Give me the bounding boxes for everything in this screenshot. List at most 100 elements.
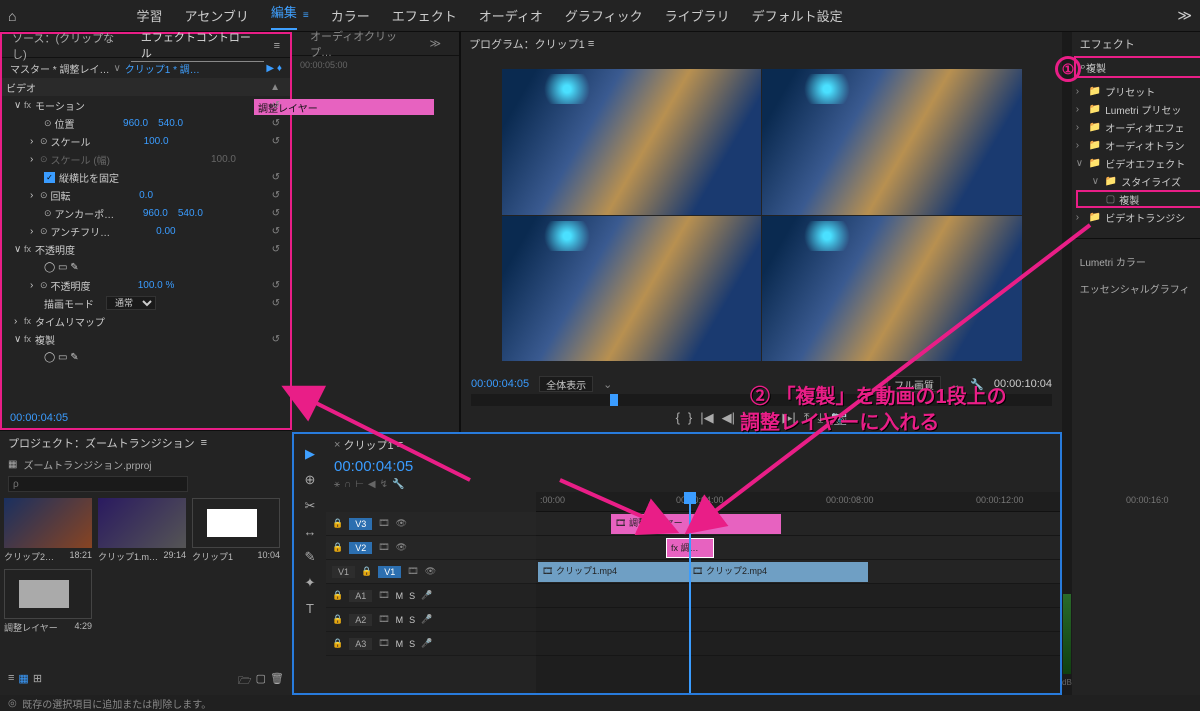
project-item[interactable]: クリップ1.m…29:14	[98, 498, 186, 563]
clip-adjustment-layer-v3[interactable]: 🎞 調整レイヤー	[611, 514, 781, 534]
more-workspaces-icon[interactable]: ≫	[1177, 7, 1192, 24]
effects-tree: ›📁プリセット ›📁Lumetri プリセッ ›📁オーディオエフェ ›📁オーディ…	[1072, 78, 1200, 230]
hand-tool-icon[interactable]: ✦	[305, 575, 316, 591]
effects-search-input[interactable]	[1086, 62, 1200, 73]
mark-in-icon[interactable]: {	[676, 410, 680, 426]
mark-out-icon[interactable]: }	[688, 410, 692, 426]
ripple-tool-icon[interactable]: ✂	[305, 498, 316, 514]
project-item[interactable]: クリップ2…18:21	[4, 498, 92, 563]
timeline-timecode[interactable]: 00:00:04:05	[334, 458, 413, 475]
edit-menu-icon[interactable]: ≡	[303, 10, 309, 21]
project-tab[interactable]: プロジェクト：ズームトランジション	[8, 435, 195, 451]
tab-graphics[interactable]: グラフィック	[565, 6, 643, 25]
tab-library[interactable]: ライブラリ	[665, 6, 730, 25]
position-label: 位置	[55, 116, 75, 131]
track-v2-header[interactable]: 🔒V2🎞👁	[326, 536, 536, 560]
tab-audio[interactable]: オーディオ	[479, 6, 543, 25]
trash-icon[interactable]: 🗑	[270, 672, 284, 691]
ec-timecode[interactable]: 00:00:04:05	[2, 408, 290, 428]
fx-lumetri-presets[interactable]: ›📁Lumetri プリセッ	[1076, 100, 1200, 118]
project-search[interactable]	[8, 476, 188, 492]
motion-section[interactable]: モーション	[35, 98, 85, 113]
project-item[interactable]: 調整レイヤー4:29	[4, 569, 92, 634]
step-back-icon[interactable]: ◀|	[722, 410, 735, 426]
lock-aspect-checkbox[interactable]: ✓	[44, 172, 55, 183]
program-menu-icon[interactable]: ≡	[588, 38, 594, 50]
list-view-icon[interactable]: ≡	[8, 672, 14, 691]
track-v3-header[interactable]: 🔒V3🎞👁	[326, 512, 536, 536]
fx-stylize[interactable]: ∨📁スタイライズ	[1076, 172, 1200, 190]
mask-ellipse2-icon[interactable]: ◯	[44, 352, 55, 363]
project-item[interactable]: クリップ110:04	[192, 498, 280, 563]
go-in-icon[interactable]: |◀	[700, 410, 713, 426]
fx-presets[interactable]: ›📁プリセット	[1076, 82, 1200, 100]
position-y[interactable]: 540.0	[158, 118, 183, 129]
track-select-tool-icon[interactable]: ⊕	[305, 472, 316, 488]
slip-tool-icon[interactable]: ↔	[304, 524, 317, 539]
fx-duplicate-effect[interactable]: ▢複製	[1076, 190, 1200, 208]
freeform-view-icon[interactable]: ⊞	[33, 672, 42, 691]
status-bar: ◎ 既存の選択項目に追加または削除します。	[0, 695, 1200, 711]
tl-menu-icon[interactable]: ≡	[397, 439, 403, 451]
fx-video-trans[interactable]: ›📁ビデオトランジシ	[1076, 208, 1200, 226]
track-a3-header[interactable]: 🔒A3🎞MS🎤	[326, 632, 536, 656]
duplicate-section[interactable]: 複製	[35, 332, 55, 347]
effects-tab[interactable]: エフェクト	[1080, 36, 1135, 52]
program-timecode[interactable]: 00:00:04:05	[471, 378, 529, 390]
blend-mode-label: 描画モード	[44, 296, 94, 311]
anchor-x[interactable]: 960.0	[143, 208, 168, 219]
sequence-tab[interactable]: クリップ1	[344, 437, 394, 453]
fx-audio-effects[interactable]: ›📁オーディオエフェ	[1076, 118, 1200, 136]
selection-tool-icon[interactable]: ▶	[305, 446, 315, 462]
tab-default[interactable]: デフォルト設定	[752, 6, 843, 25]
blend-mode-select[interactable]: 通常	[106, 296, 156, 310]
timeremap-section[interactable]: タイムリマップ	[35, 314, 105, 329]
type-tool-icon[interactable]: T	[306, 601, 314, 616]
mask-pen2-icon[interactable]: ✎	[70, 352, 78, 363]
tool-palette: ▶ ⊕ ✂ ↔ ✎ ✦ T	[294, 434, 326, 693]
rotation-val[interactable]: 0.0	[139, 190, 153, 201]
tab-source[interactable]: ソース：(クリップなし)	[2, 30, 131, 62]
tab-effects[interactable]: エフェクト	[392, 6, 457, 25]
fx-audio-trans[interactable]: ›📁オーディオトラン	[1076, 136, 1200, 154]
clip-video2[interactable]: 🎞 クリップ2.mp4	[688, 562, 868, 582]
playhead[interactable]	[689, 492, 691, 693]
track-v1-header[interactable]: V1🔒V1🎞👁	[326, 560, 536, 584]
scale-val[interactable]: 100.0	[144, 136, 169, 147]
icon-view-icon[interactable]: ▦	[18, 672, 28, 691]
tab-learn[interactable]: 学習	[136, 6, 162, 25]
anchor-y[interactable]: 540.0	[178, 208, 203, 219]
ec-menu-icon[interactable]: ≡	[264, 40, 290, 52]
clip-label[interactable]: クリップ1 * 調…	[125, 61, 200, 76]
new-item-icon[interactable]: ▢	[256, 672, 266, 691]
bin-icon[interactable]: ▦	[8, 459, 17, 470]
program-video-view[interactable]	[502, 69, 1022, 361]
lumetri-color-panel[interactable]: Lumetri カラー	[1072, 248, 1200, 275]
home-icon[interactable]: ⌂	[8, 8, 16, 24]
antiflicker-val[interactable]: 0.00	[156, 226, 175, 237]
project-menu-icon[interactable]: ≡	[201, 437, 207, 449]
program-tab[interactable]: プログラム：クリップ1	[469, 36, 585, 52]
position-x[interactable]: 960.0	[123, 118, 148, 129]
program-monitor: プログラム：クリップ1 ≡ 00:00:04:05 全体表示 ⌄ フル画質 ⌄ …	[460, 32, 1062, 432]
opacity-section[interactable]: 不透明度	[35, 242, 75, 257]
mask-ellipse-icon[interactable]: ◯	[44, 262, 55, 273]
track-a2-header[interactable]: 🔒A2🎞MS🎤	[326, 608, 536, 632]
tab-assembly[interactable]: アセンブリ	[184, 6, 248, 25]
mask-rect2-icon[interactable]: ▭	[58, 352, 67, 363]
clip-video1[interactable]: 🎞 クリップ1.mp4	[538, 562, 688, 582]
video-header: ビデオ	[6, 80, 36, 95]
tab-edit[interactable]: 編集	[271, 2, 297, 30]
audio-clip-tab[interactable]: オーディオクリップ…	[300, 28, 419, 60]
track-a1-header[interactable]: 🔒A1🎞MS🎤	[326, 584, 536, 608]
program-fit-select[interactable]: 全体表示	[539, 376, 593, 392]
fx-video-effects[interactable]: ∨📁ビデオエフェクト	[1076, 154, 1200, 172]
mask-pen-icon[interactable]: ✎	[70, 262, 78, 273]
opacity-val[interactable]: 100.0 %	[138, 280, 175, 291]
essential-graphics-panel[interactable]: エッセンシャルグラフィ	[1072, 275, 1200, 302]
tab-color[interactable]: カラー	[331, 6, 370, 25]
track-area[interactable]: :00:00 00:00:04:00 00:00:08:00 00:00:12:…	[536, 492, 1060, 693]
mask-rect-icon[interactable]: ▭	[58, 262, 67, 273]
new-bin-icon[interactable]: 🗁	[238, 672, 252, 691]
pen-tool-icon[interactable]: ✎	[305, 549, 316, 565]
